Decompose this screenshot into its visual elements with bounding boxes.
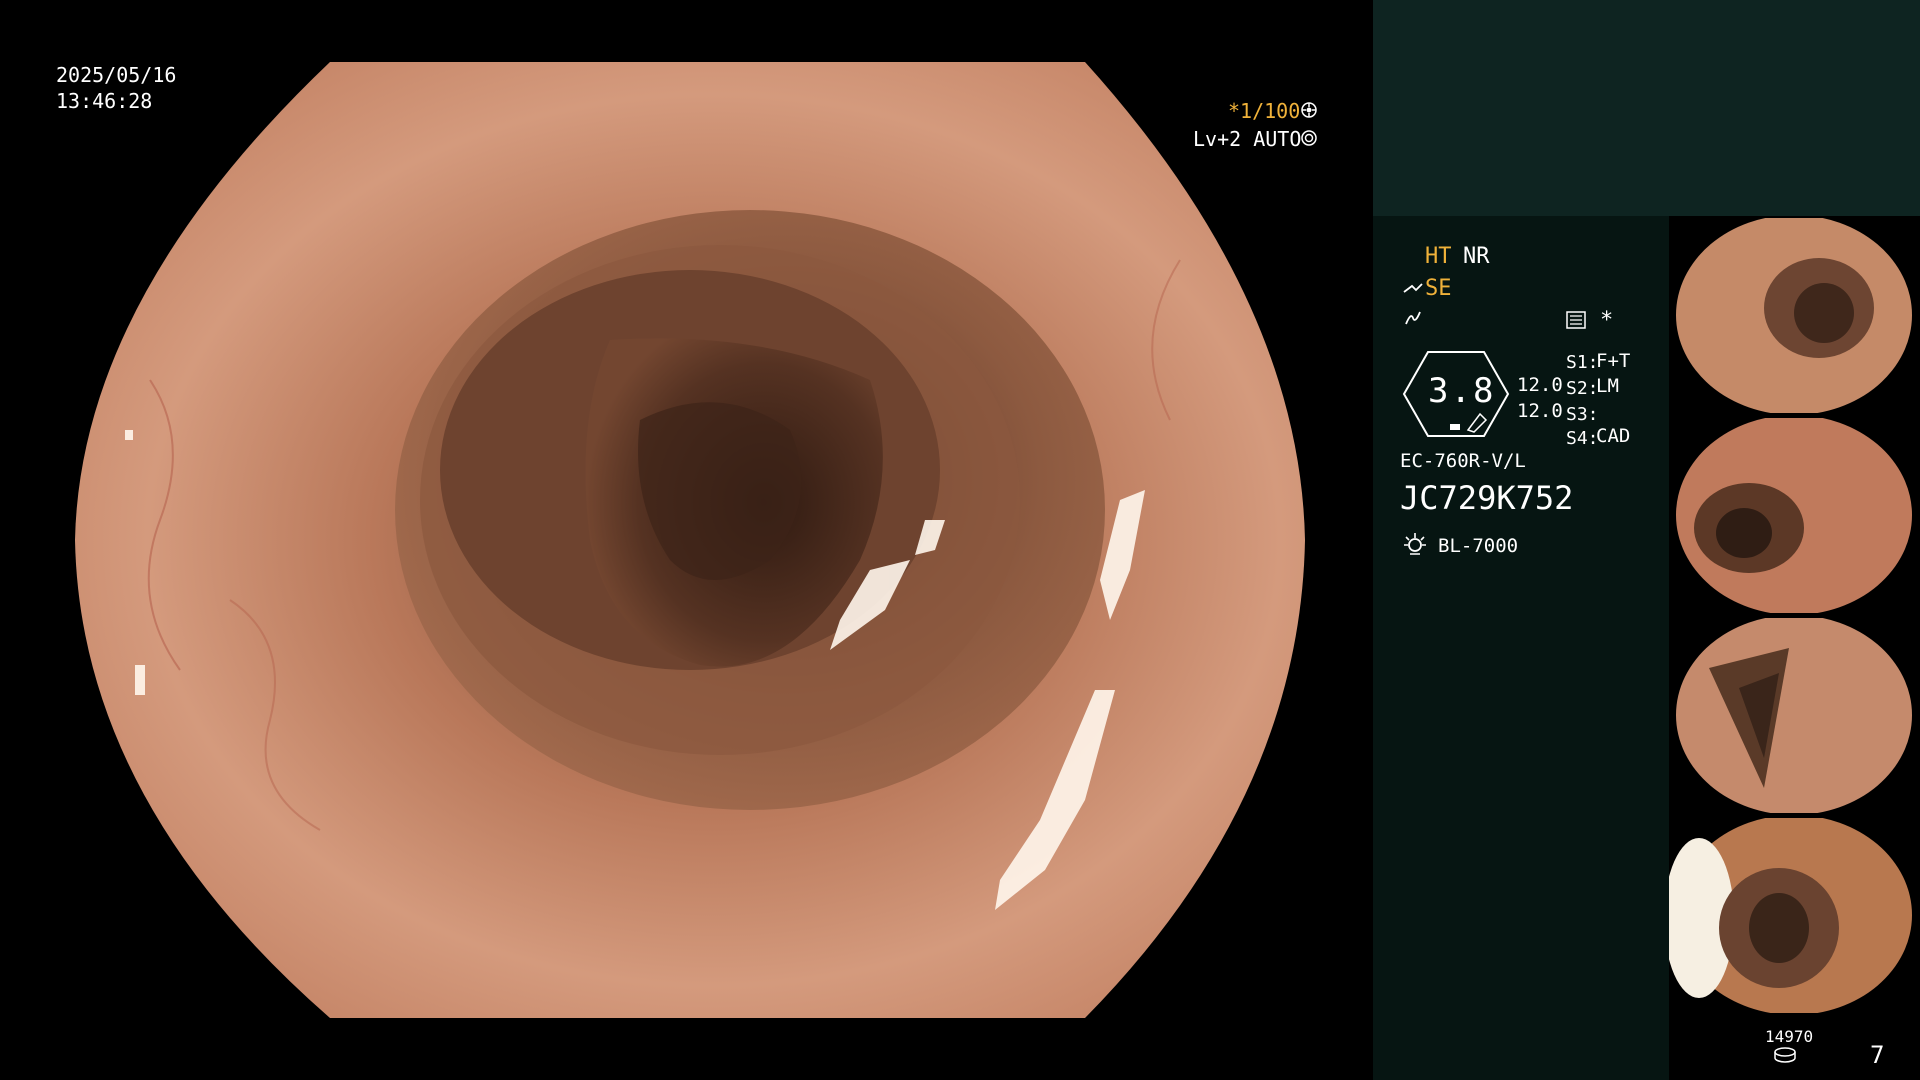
iris-value-a: 12.0 [1517,374,1563,396]
thumbnail-4[interactable] [1669,818,1920,1013]
asterisk-marker: * [1600,308,1614,333]
endoscopic-image [75,62,1305,1018]
s2-value: LM [1596,375,1619,397]
scope-tip-icon [1402,280,1424,298]
endoscope-view: 2025/05/16 13:46:28 *1/100 Lv+2 AUTO [0,0,1373,1080]
list-icon [1565,310,1587,330]
image-count: 7 [1870,1041,1885,1069]
aperture-icon [1300,129,1318,147]
panel-header [1373,0,1920,216]
s3-label: S3: [1566,404,1599,425]
light-source: BL-7000 [1438,535,1519,557]
capture-date: 2025/05/16 [56,63,177,87]
wave-icon [1403,308,1423,328]
s4-value: CAD [1596,425,1631,447]
gear-icon [1300,101,1318,119]
s1-value: F+T [1596,350,1631,372]
thumbnail-2[interactable] [1669,418,1920,613]
lamp-icon [1402,531,1428,557]
iris-value-b: 12.0 [1517,400,1563,422]
light-level: Lv+2 AUTO [1193,127,1302,151]
s2-label: S2: [1566,378,1599,399]
capture-time: 13:46:28 [56,89,153,113]
scope-model: EC-760R-V/L [1400,450,1526,472]
enhance-nr: NR [1463,244,1490,269]
thumbnail-strip [1669,216,1920,1016]
s4-label: S4: [1566,428,1599,449]
enhance-ht: HT [1425,244,1452,269]
structure-enhance: SE [1425,276,1452,301]
storage-count: 14970 [1765,1027,1814,1046]
s1-label: S1: [1566,352,1599,373]
scope-serial: JC729K752 [1400,479,1574,517]
settings-panel [1373,216,1669,1080]
shutter-speed: *1/100 [1228,99,1301,123]
disk-icon [1773,1046,1797,1064]
zoom-value: 3.8 [1428,371,1496,411]
thumbnail-3[interactable] [1669,618,1920,813]
thumbnail-1[interactable] [1669,218,1920,413]
